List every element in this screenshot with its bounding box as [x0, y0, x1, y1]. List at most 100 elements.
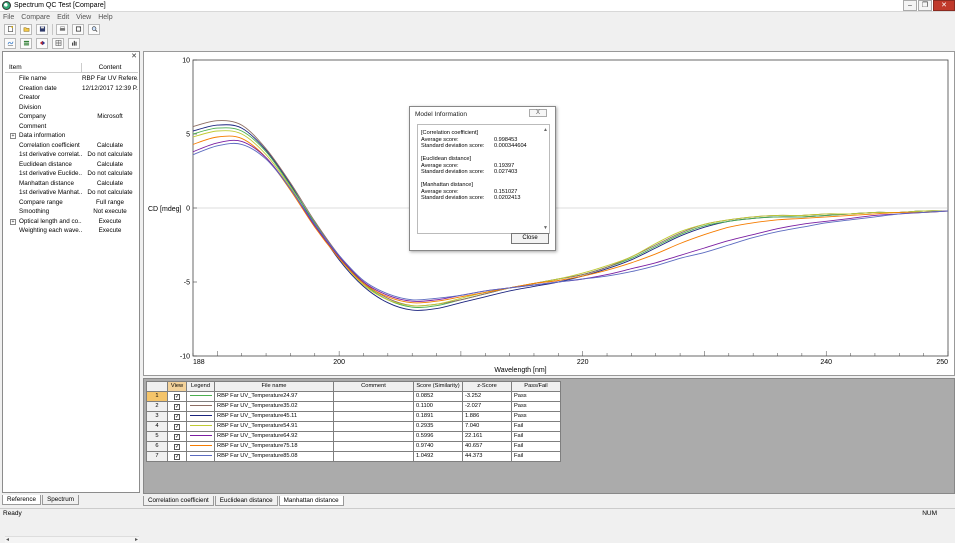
legend-line: [189, 425, 212, 426]
menu-view[interactable]: View: [76, 14, 91, 21]
table-row[interactable]: 2 ✓ RBP Far UV_Temperature35.02 0.1100 -2.02…: [146, 401, 561, 412]
open-button[interactable]: [20, 23, 32, 35]
score-column-header[interactable]: Score (Similarity): [413, 381, 463, 392]
new-button[interactable]: [4, 23, 16, 35]
property-row[interactable]: + Data information: [5, 131, 138, 141]
menu-help[interactable]: Help: [98, 14, 112, 21]
close-window-button[interactable]: ✕: [933, 0, 955, 11]
table-row[interactable]: 3 ✓ RBP Far UV_Temperature45.11 0.1891 1.886…: [146, 411, 561, 422]
bars-button[interactable]: [68, 37, 80, 49]
view-checkbox[interactable]: ✓: [174, 404, 180, 410]
menu-file[interactable]: File: [3, 14, 14, 21]
property-row[interactable]: Manhattan distance Calculate: [5, 179, 138, 189]
file-name-cell[interactable]: RBP Far UV_Temperature45.11: [214, 411, 334, 422]
tab-euclidean-distance[interactable]: Euclidean distance: [214, 496, 278, 506]
row-number[interactable]: 2: [146, 401, 168, 412]
property-row[interactable]: File name RBP Far UV Refere...: [5, 74, 138, 84]
scroll-right-icon[interactable]: ▸: [135, 536, 138, 543]
find-button[interactable]: [88, 23, 100, 35]
table-row[interactable]: 7 ✓ RBP Far UV_Temperature85.08 1.0492 44.37…: [146, 451, 561, 462]
comment-cell[interactable]: [333, 401, 414, 412]
property-row[interactable]: Smoothing Not execute: [5, 207, 138, 217]
row-number-header[interactable]: [146, 381, 168, 392]
property-row[interactable]: Company Microsoft: [5, 112, 138, 122]
scroll-up-icon[interactable]: ▲: [543, 127, 548, 133]
file-name-cell[interactable]: RBP Far UV_Temperature85.08: [214, 451, 334, 462]
print-button[interactable]: [56, 23, 68, 35]
table-row[interactable]: 4 ✓ RBP Far UV_Temperature54.91 0.2935 7.040…: [146, 421, 561, 432]
comment-cell[interactable]: [333, 411, 414, 422]
pass-fail-column-header[interactable]: Pass/Fail: [511, 381, 561, 392]
overlay-button[interactable]: [4, 37, 16, 49]
compare-button[interactable]: [36, 37, 48, 49]
comment-cell[interactable]: [333, 441, 414, 452]
row-number[interactable]: 4: [146, 421, 168, 432]
view-checkbox[interactable]: ✓: [174, 434, 180, 440]
view-checkbox[interactable]: ✓: [174, 394, 180, 400]
table-row[interactable]: 5 ✓ RBP Far UV_Temperature64.92 0.5996 22.16…: [146, 431, 561, 442]
comment-cell[interactable]: [333, 431, 414, 442]
file-name-cell[interactable]: RBP Far UV_Temperature24.97: [214, 391, 334, 402]
table-button[interactable]: [52, 37, 64, 49]
dialog-close-x-button[interactable]: X: [529, 109, 547, 117]
menu-compare[interactable]: Compare: [21, 14, 50, 21]
property-row[interactable]: + Optical length and co... Execute: [5, 217, 138, 227]
save-button[interactable]: [36, 23, 48, 35]
expand-icon[interactable]: +: [10, 133, 16, 139]
view-column-header[interactable]: View: [167, 381, 187, 392]
table-row[interactable]: 1 ✓ RBP Far UV_Temperature24.97 0.0852 -3.25…: [146, 391, 561, 402]
tab-spectrum[interactable]: Spectrum: [42, 495, 80, 505]
tab-reference[interactable]: Reference: [2, 495, 42, 505]
property-row[interactable]: 1st derivative correlat... Do not calcula…: [5, 150, 138, 160]
file-name-cell[interactable]: RBP Far UV_Temperature54.91: [214, 421, 334, 432]
comment-cell[interactable]: [333, 451, 414, 462]
view-checkbox[interactable]: ✓: [174, 444, 180, 450]
comment-column-header[interactable]: Comment: [333, 381, 414, 392]
expand-icon[interactable]: +: [10, 218, 16, 225]
property-row[interactable]: Correlation coefficient Calculate: [5, 141, 138, 151]
scroll-left-icon[interactable]: ◂: [6, 536, 9, 543]
row-number[interactable]: 1: [146, 391, 168, 402]
file-name-cell[interactable]: RBP Far UV_Temperature64.92: [214, 431, 334, 442]
file-name-cell[interactable]: RBP Far UV_Temperature35.02: [214, 401, 334, 412]
tab-correlation-coefficient[interactable]: Correlation coefficient: [143, 496, 214, 506]
property-row[interactable]: 1st derivative Manhat... Do not calculate: [5, 188, 138, 198]
view-checkbox[interactable]: ✓: [174, 454, 180, 460]
refresh-button[interactable]: [72, 23, 84, 35]
property-row[interactable]: 1st derivative Euclide... Do not calculat…: [5, 169, 138, 179]
comment-cell[interactable]: [333, 391, 414, 402]
property-key: Compare range: [5, 198, 82, 208]
property-row[interactable]: Weighting each wave... Execute: [5, 226, 138, 236]
property-row[interactable]: Division: [5, 103, 138, 113]
item-column-header[interactable]: Item: [5, 63, 82, 73]
property-row[interactable]: Creator: [5, 93, 138, 103]
menu-edit[interactable]: Edit: [57, 14, 69, 21]
property-row[interactable]: Creation date 12/12/2017 12:39 P...: [5, 84, 138, 94]
spectrum-button[interactable]: [20, 37, 32, 49]
legend-cell: [186, 451, 215, 462]
tab-manhattan-distance[interactable]: Manhattan distance: [278, 496, 344, 506]
z-score-column-header[interactable]: z-Score: [462, 381, 512, 392]
row-number[interactable]: 7: [146, 451, 168, 462]
row-number[interactable]: 3: [146, 411, 168, 422]
dialog-scrollbar[interactable]: ▲ ▼: [541, 125, 549, 233]
file-name-cell[interactable]: RBP Far UV_Temperature75.18: [214, 441, 334, 452]
comment-cell[interactable]: [333, 421, 414, 432]
content-column-header[interactable]: Content: [82, 63, 138, 73]
property-row[interactable]: Compare range Full range: [5, 198, 138, 208]
minimize-button[interactable]: –: [903, 0, 917, 11]
dialog-close-button[interactable]: Close: [511, 233, 549, 244]
horizontal-scrollbar[interactable]: ◂ ▸: [5, 536, 139, 543]
row-number[interactable]: 5: [146, 431, 168, 442]
property-row[interactable]: Euclidean distance Calculate: [5, 160, 138, 170]
legend-column-header[interactable]: Legend: [186, 381, 215, 392]
property-row[interactable]: Comment: [5, 122, 138, 132]
table-row[interactable]: 6 ✓ RBP Far UV_Temperature75.18 0.9740 40.65…: [146, 441, 561, 452]
close-panel-icon[interactable]: ✕: [131, 52, 137, 60]
file-name-column-header[interactable]: File name: [214, 381, 334, 392]
row-number[interactable]: 6: [146, 441, 168, 452]
maximize-button[interactable]: ❐: [918, 0, 932, 11]
view-checkbox[interactable]: ✓: [174, 424, 180, 430]
scroll-down-icon[interactable]: ▼: [543, 225, 548, 231]
view-checkbox[interactable]: ✓: [174, 414, 180, 420]
